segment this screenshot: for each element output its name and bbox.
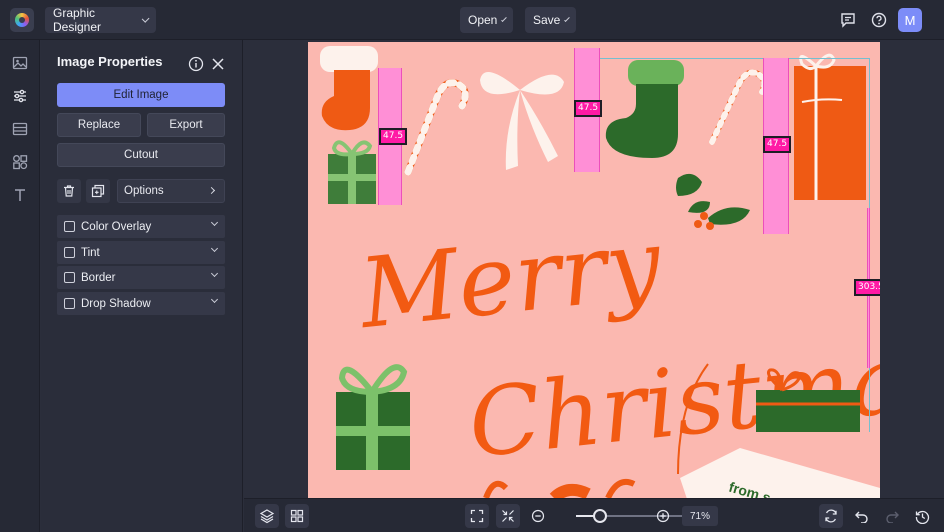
border-toggle[interactable]: Border [57, 266, 225, 289]
color-overlay-checkbox[interactable] [64, 221, 75, 232]
panel-title: Image Properties [57, 54, 163, 69]
merry-text: Merry [353, 207, 668, 350]
zoom-out-icon[interactable] [526, 504, 550, 528]
chevron-down-icon [564, 15, 570, 22]
tint-toggle[interactable]: Tint [57, 241, 225, 264]
bow-illustration [480, 72, 564, 170]
color-overlay-label: Color Overlay [81, 220, 152, 233]
measurement-label: 47.5 [574, 100, 603, 117]
zoom-in-icon[interactable] [651, 504, 675, 528]
chevron-down-icon [210, 269, 219, 278]
workspace: Merry Christmas from s 47.5 47.5 47.5 30… [244, 40, 944, 498]
stocking-red-illustration [320, 46, 378, 131]
chevron-down-icon [210, 218, 219, 227]
project-type-label: Graphic Designer [53, 6, 102, 34]
sliders-icon[interactable] [8, 84, 32, 108]
options-label: Options [124, 185, 164, 197]
border-checkbox[interactable] [64, 272, 75, 283]
guide-line-horizontal [598, 58, 870, 59]
save-dropdown[interactable]: Save [525, 7, 576, 33]
replace-button[interactable]: Replace [57, 113, 141, 137]
grid-icon[interactable] [285, 504, 309, 528]
app-logo[interactable] [10, 8, 34, 32]
tint-label: Tint [81, 246, 100, 259]
measurement-label: 47.5 [379, 128, 408, 145]
image-icon[interactable] [8, 51, 32, 75]
drop-shadow-toggle[interactable]: Drop Shadow [57, 292, 225, 315]
gift-small-illustration [328, 140, 376, 204]
export-button[interactable]: Export [147, 113, 225, 137]
shrink-icon[interactable] [496, 504, 520, 528]
logo-icon [15, 13, 29, 27]
undo-icon[interactable] [850, 504, 874, 528]
bottom-toolbar: 71% [244, 498, 944, 532]
design-canvas[interactable]: Merry Christmas from s 47.5 47.5 47.5 30… [308, 42, 880, 498]
color-overlay-toggle[interactable]: Color Overlay [57, 215, 225, 238]
save-label: Save [533, 13, 561, 27]
comments-icon[interactable] [836, 8, 860, 32]
image-properties-panel: Image Properties Edit Image Replace Expo… [41, 40, 243, 532]
chevron-down-icon [501, 15, 507, 22]
tint-checkbox[interactable] [64, 247, 75, 258]
holly-illustration [676, 173, 750, 230]
info-icon[interactable] [184, 52, 208, 76]
layers-icon[interactable] [255, 504, 279, 528]
open-label: Open [468, 13, 498, 27]
gift-green-illustration [336, 364, 410, 470]
chevron-right-icon [207, 186, 216, 195]
history-icon[interactable] [910, 504, 934, 528]
border-label: Border [81, 271, 116, 284]
stocking-green-illustration [605, 60, 684, 158]
tall-gift-illustration [794, 53, 866, 200]
zoom-level[interactable]: 71% [682, 506, 718, 526]
user-avatar[interactable]: M [898, 8, 922, 32]
project-type-dropdown[interactable]: Graphic Designer [45, 6, 156, 34]
measurement-label: 303.5 [854, 279, 880, 296]
layout-icon[interactable] [8, 117, 32, 141]
delete-button[interactable] [57, 179, 81, 203]
help-icon[interactable] [867, 8, 891, 32]
top-bar: Graphic Designer Open Save M [0, 0, 944, 40]
zoom-slider-handle[interactable] [593, 509, 607, 523]
chevron-down-icon [210, 295, 219, 304]
fit-screen-icon[interactable] [465, 504, 489, 528]
chevron-down-icon [210, 244, 219, 253]
cutout-button[interactable]: Cutout [57, 143, 225, 167]
options-button[interactable]: Options [117, 179, 225, 203]
refresh-icon[interactable] [819, 504, 843, 528]
elements-icon[interactable] [8, 150, 32, 174]
measurement-label: 47.5 [763, 136, 792, 153]
left-toolbar [0, 40, 40, 532]
drop-shadow-checkbox[interactable] [64, 298, 75, 309]
open-dropdown[interactable]: Open [460, 7, 513, 33]
edit-image-button[interactable]: Edit Image [57, 83, 225, 107]
redo-icon[interactable] [880, 504, 904, 528]
duplicate-button[interactable] [86, 179, 110, 203]
text-icon[interactable] [8, 183, 32, 207]
drop-shadow-label: Drop Shadow [81, 297, 151, 310]
close-icon[interactable] [206, 52, 230, 76]
chevron-down-icon [141, 14, 150, 23]
